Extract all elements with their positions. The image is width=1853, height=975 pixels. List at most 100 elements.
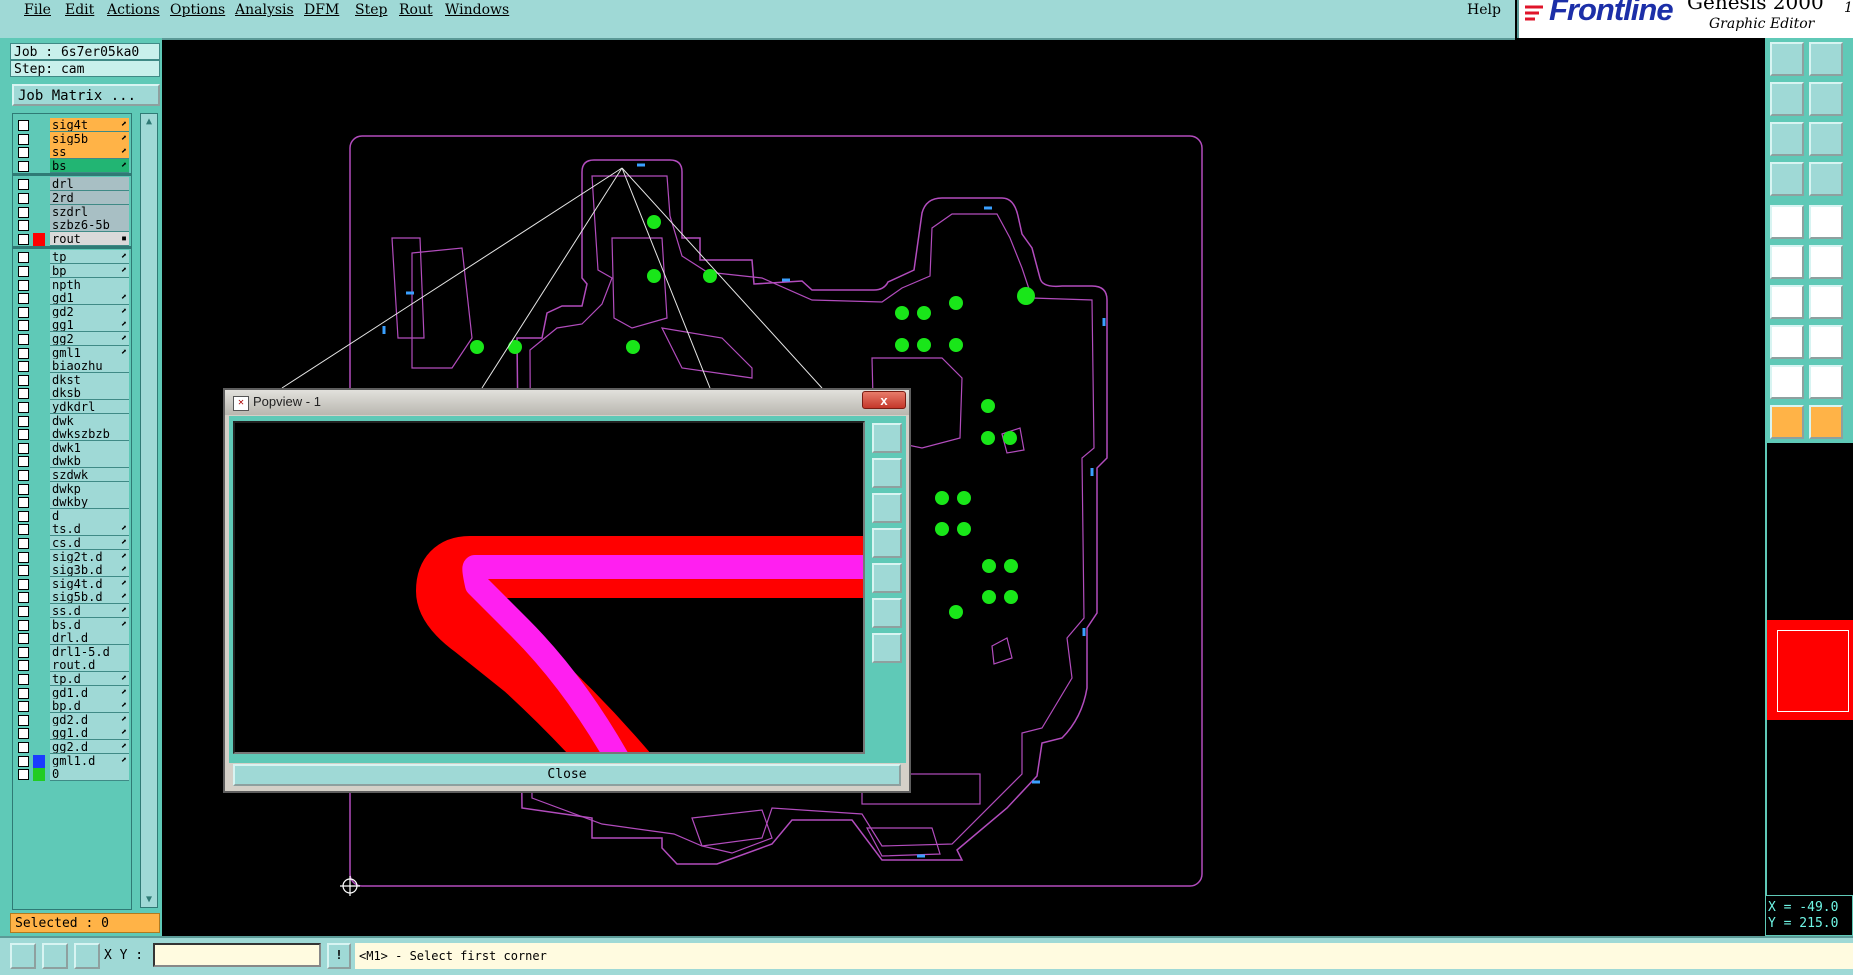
popview-close-icon[interactable]: x: [862, 391, 906, 409]
cut-line-tool-icon[interactable]: [1809, 325, 1843, 359]
delete-tool-icon[interactable]: [1809, 245, 1843, 279]
layer-name[interactable]: szdrl: [50, 204, 129, 219]
layer-checkbox[interactable]: [18, 193, 29, 204]
layer-name[interactable]: gg1 ⬈: [50, 318, 129, 333]
layer-name[interactable]: ts.d ⬈: [50, 522, 129, 537]
layer-name[interactable]: dwk1: [50, 440, 129, 455]
layer-checkbox[interactable]: [18, 334, 29, 345]
layer-checkbox[interactable]: [18, 769, 29, 781]
layer-row[interactable]: 0: [13, 767, 131, 782]
layer-checkbox[interactable]: [18, 510, 29, 522]
arrow-shape-tool-icon[interactable]: [1809, 365, 1843, 399]
popview-zoom-out-icon[interactable]: [872, 598, 902, 628]
layer-name[interactable]: sig4t ⬈: [50, 118, 129, 132]
layer-checkbox[interactable]: [18, 470, 29, 481]
layer-name[interactable]: drl: [50, 177, 129, 192]
layer-row[interactable]: bs ⬈: [13, 158, 131, 174]
select-rect-tool-icon[interactable]: [1809, 205, 1843, 239]
layer-name[interactable]: szbz6-5b: [50, 218, 129, 233]
layer-checkbox[interactable]: [18, 415, 29, 427]
menu-windows[interactable]: Windows: [445, 2, 509, 18]
layer-checkbox[interactable]: [18, 606, 29, 617]
probe-tool-icon[interactable]: [1809, 162, 1843, 196]
menu-analysis[interactable]: Analysis: [235, 2, 294, 18]
layer-name[interactable]: dwk: [50, 413, 129, 428]
layer-name[interactable]: gd2.d ⬈: [50, 712, 129, 727]
layer-checkbox[interactable]: [18, 674, 29, 685]
layer-checkbox[interactable]: [18, 402, 29, 413]
layer-name[interactable]: bs ⬈: [50, 158, 129, 173]
layer-name[interactable]: gg2.d ⬈: [50, 740, 129, 754]
popview-pan-left-icon[interactable]: [872, 528, 902, 558]
layer-overview-thumbnail[interactable]: [1767, 620, 1853, 720]
snap-mode-icon[interactable]: [42, 943, 68, 969]
layer-row[interactable]: rout ▪: [13, 231, 131, 247]
layer-name[interactable]: sig4t.d ⬈: [50, 576, 129, 591]
layer-name[interactable]: d: [50, 508, 129, 523]
layer-name[interactable]: gd2 ⬈: [50, 304, 129, 319]
layer-name[interactable]: sig2t.d ⬈: [50, 549, 129, 564]
layer-checkbox[interactable]: [18, 233, 29, 245]
measure-mode-icon[interactable]: [10, 943, 36, 969]
layer-checkbox[interactable]: [18, 538, 29, 549]
layer-checkbox[interactable]: [18, 660, 29, 672]
layer-checkbox[interactable]: [18, 147, 29, 159]
zoom-fit-tool-icon[interactable]: [1809, 122, 1843, 156]
popview-zoom-view[interactable]: [233, 421, 865, 754]
layer-name[interactable]: dwkb: [50, 454, 129, 469]
layer-name[interactable]: tp ⬈: [50, 250, 129, 265]
layer-name[interactable]: dksb: [50, 386, 129, 401]
menu-step[interactable]: Step: [355, 2, 387, 18]
layer-name[interactable]: dwkszbzb: [50, 427, 129, 442]
layer-name[interactable]: npth: [50, 277, 129, 292]
line-tool-icon[interactable]: [1770, 285, 1804, 319]
layer-color-swatch[interactable]: [33, 768, 45, 782]
layer-checkbox[interactable]: [18, 179, 29, 191]
layer-name[interactable]: dkst: [50, 372, 129, 387]
triangle-tool-icon[interactable]: [1770, 365, 1804, 399]
line-angle-tool-icon[interactable]: [1809, 285, 1843, 319]
layer-name[interactable]: 0: [50, 767, 129, 782]
layer-list-scrollbar[interactable]: ▲ ▼: [140, 113, 158, 908]
layer-checkbox[interactable]: [18, 578, 29, 590]
layer-name[interactable]: drl1-5.d: [50, 644, 129, 659]
layer-name[interactable]: biaozhu: [50, 359, 129, 374]
layer-checkbox[interactable]: [18, 592, 29, 604]
layer-checkbox[interactable]: [18, 361, 29, 373]
layer-name[interactable]: gg2 ⬈: [50, 332, 129, 346]
layer-name[interactable]: ydkdrl: [50, 400, 129, 414]
popview-pan-down-icon[interactable]: [872, 493, 902, 523]
layer-name[interactable]: 2rd: [50, 191, 129, 205]
layer-name[interactable]: szdwk: [50, 468, 129, 482]
popview-pan-right-icon[interactable]: [872, 563, 902, 593]
layer-name[interactable]: gd1.d ⬈: [50, 685, 129, 700]
layer-name[interactable]: ss ⬈: [50, 145, 129, 160]
layer-name[interactable]: dwkp: [50, 481, 129, 496]
layer-color-swatch[interactable]: [33, 232, 45, 246]
zoom-home-tool-icon[interactable]: [1770, 122, 1804, 156]
scroll-up-icon[interactable]: ▲: [143, 116, 155, 127]
layer-checkbox[interactable]: [18, 279, 29, 291]
layer-name[interactable]: rout ▪: [50, 231, 129, 246]
layer-checkbox[interactable]: [18, 120, 29, 131]
layer-name[interactable]: tp.d ⬈: [50, 672, 129, 686]
menu-options[interactable]: Options: [170, 2, 225, 18]
info-icon[interactable]: !: [327, 943, 351, 969]
layer-checkbox[interactable]: [18, 524, 29, 536]
menu-rout[interactable]: Rout: [399, 2, 433, 18]
layer-name[interactable]: bp.d ⬈: [50, 699, 129, 714]
job-matrix-button[interactable]: Job Matrix ...: [12, 84, 160, 106]
layer-checkbox[interactable]: [18, 728, 29, 740]
layer-checkbox[interactable]: [18, 619, 29, 631]
layer-name[interactable]: dwkby: [50, 495, 129, 510]
layer-checkbox[interactable]: [18, 429, 29, 441]
layer-checkbox[interactable]: [18, 687, 29, 699]
layer-checkbox[interactable]: [18, 306, 29, 318]
layer-checkbox[interactable]: [18, 160, 29, 172]
menu-help[interactable]: Help: [1467, 2, 1501, 18]
layer-name[interactable]: gml1.d ⬈: [50, 753, 129, 768]
layer-checkbox[interactable]: [18, 565, 29, 577]
layer-checkbox[interactable]: [18, 742, 29, 753]
pointer-select-tool-icon[interactable]: [1809, 405, 1843, 439]
popview-close-button[interactable]: Close: [233, 764, 901, 786]
